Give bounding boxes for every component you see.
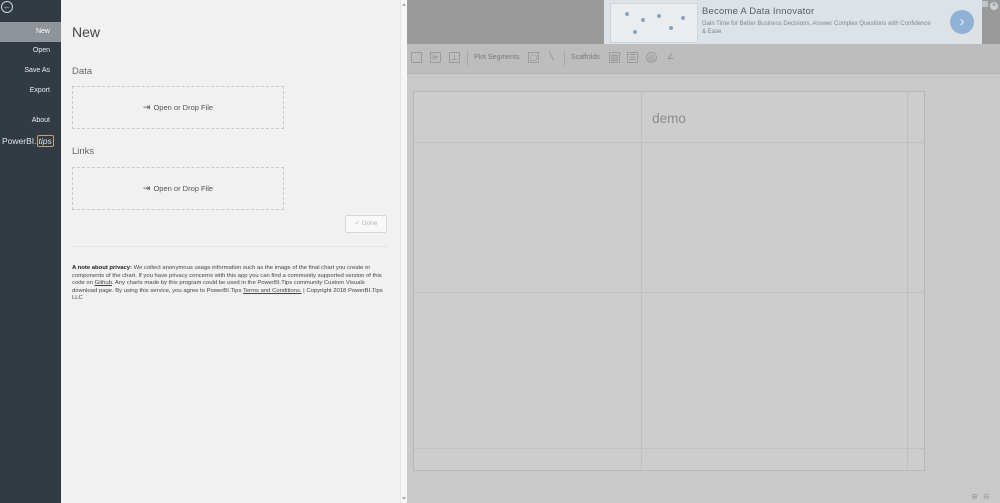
toolbar-icon-b[interactable]: ⊫ bbox=[430, 52, 441, 63]
canvas-guide bbox=[414, 292, 924, 293]
divider bbox=[72, 246, 387, 247]
privacy-note: A note about privacy: We collect anonymo… bbox=[72, 265, 390, 303]
canvas-title[interactable]: demo bbox=[414, 111, 924, 126]
nav-item-open[interactable]: Open bbox=[0, 41, 61, 61]
panel-title: New bbox=[72, 24, 101, 40]
toolbar-plot-segments-label: Plot Segments bbox=[474, 54, 520, 61]
links-file-dropzone[interactable]: ⇥ Open or Drop File bbox=[72, 167, 284, 210]
links-dropzone-label: Open or Drop File bbox=[153, 184, 214, 193]
ad-banner[interactable]: Become A Data Innovator Gain Time for Be… bbox=[604, 0, 982, 44]
toolbar-icon-c[interactable]: ⊥ bbox=[449, 52, 460, 63]
terms-link[interactable]: Terms and Conditions. bbox=[243, 288, 302, 294]
zoom-out-icon[interactable]: ⊖ bbox=[983, 492, 990, 501]
polar-scaffold-icon[interactable]: ◎ bbox=[646, 52, 657, 63]
toolbar-icon-a[interactable] bbox=[411, 52, 422, 63]
nav-item-new[interactable]: New bbox=[0, 22, 61, 42]
toolbar-scaffolds-label: Scaffolds bbox=[571, 54, 600, 61]
powerbi-tips-logo: PowerBI. tips bbox=[2, 135, 54, 147]
ad-close-icon[interactable]: × bbox=[990, 2, 998, 10]
nav-item-save-as[interactable]: Save As bbox=[0, 61, 61, 81]
check-icon: ✓ bbox=[354, 220, 361, 227]
zoom-in-icon[interactable]: ⊕ bbox=[971, 492, 978, 501]
done-button-label: Done bbox=[361, 220, 378, 227]
nav-item-export[interactable]: Export bbox=[0, 81, 61, 101]
ad-title: Become A Data Innovator bbox=[702, 6, 815, 17]
canvas-guide bbox=[641, 92, 642, 470]
ad-subtitle: Gain Time for Better Business Decisions,… bbox=[702, 21, 931, 35]
canvas-guide bbox=[414, 142, 924, 143]
horizontal-scaffold-icon[interactable]: ▥ bbox=[609, 52, 620, 63]
back-arrow-icon[interactable]: ← bbox=[1, 1, 13, 13]
github-link[interactable]: Github bbox=[95, 280, 112, 286]
done-button[interactable]: ✓ Done bbox=[345, 215, 387, 233]
sign-in-icon: ⇥ bbox=[142, 183, 151, 193]
data-dropzone-label: Open or Drop File bbox=[153, 103, 214, 112]
sign-in-icon: ⇥ bbox=[142, 102, 151, 112]
toolbar-divider bbox=[467, 51, 468, 66]
line-icon[interactable]: ╲ bbox=[546, 52, 557, 63]
new-panel bbox=[61, 0, 407, 503]
canvas-guide bbox=[907, 92, 908, 470]
panel-scrollbar[interactable] bbox=[400, 0, 407, 503]
data-section-heading: Data bbox=[72, 66, 93, 77]
ad-go-arrow-icon[interactable]: › bbox=[950, 10, 974, 34]
toolbar-divider bbox=[564, 51, 565, 66]
curve-scaffold-icon[interactable]: ∠ bbox=[665, 52, 676, 63]
logo-prefix: PowerBI. bbox=[2, 136, 37, 146]
region-icon[interactable]: ▢ bbox=[528, 52, 539, 63]
logo-suffix: tips bbox=[36, 135, 54, 147]
chart-canvas[interactable]: demo bbox=[413, 91, 925, 471]
data-file-dropzone[interactable]: ⇥ Open or Drop File bbox=[72, 86, 284, 129]
links-section-heading: Links bbox=[72, 146, 95, 157]
toolbar: ⊫ ⊥ Plot Segments ▢ ╲ Scaffolds ▥ ☰ ◎ ∠ bbox=[407, 44, 1000, 74]
canvas-guide bbox=[414, 448, 924, 449]
ad-thumbnail-image bbox=[610, 3, 698, 43]
nav-item-about[interactable]: About bbox=[0, 111, 61, 131]
privacy-heading: A note about privacy: bbox=[72, 265, 133, 271]
vertical-scaffold-icon[interactable]: ☰ bbox=[627, 52, 638, 63]
left-nav: ← New Open Save As Export About PowerBI.… bbox=[0, 0, 61, 503]
ad-info-icon[interactable] bbox=[982, 1, 988, 7]
